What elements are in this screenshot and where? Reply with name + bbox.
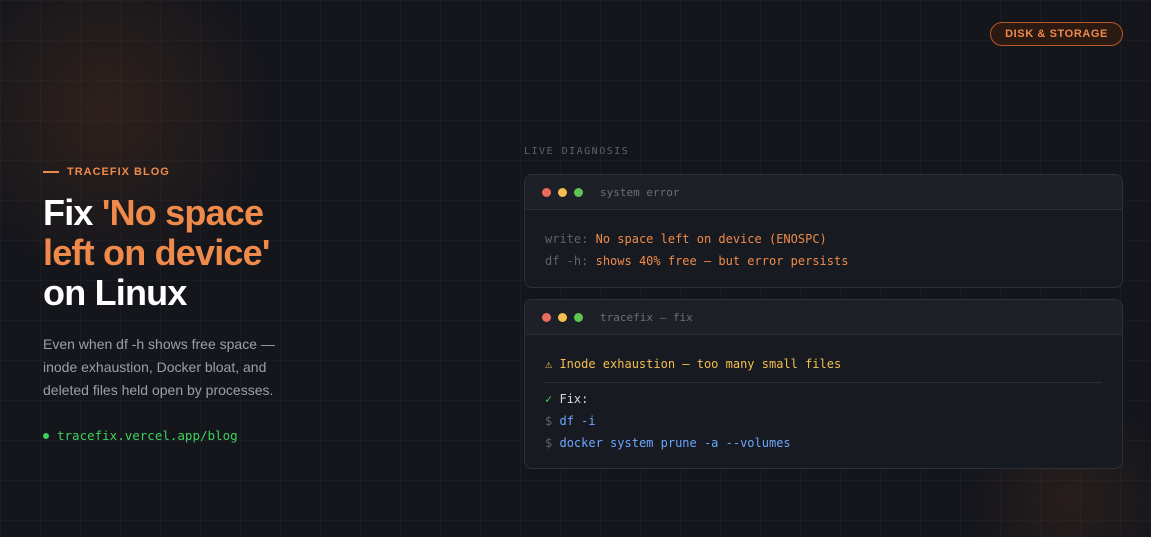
command-text[interactable]: df -i xyxy=(559,414,595,428)
status-dot-icon xyxy=(43,432,49,439)
title-prefix: Fix xyxy=(43,192,102,233)
close-dot-icon xyxy=(542,312,551,322)
eyebrow-label: TRACEFIX BLOG xyxy=(67,166,170,178)
blog-link[interactable]: tracefix.vercel.app/blog xyxy=(43,428,343,443)
terminal-body: ⚠ Inode exhaustion — too many small file… xyxy=(525,335,1122,454)
section-label: LIVE DIAGNOSIS xyxy=(524,146,630,157)
terminal-line: df -h: shows 40% free — but error persis… xyxy=(545,250,1102,272)
title-suffix: on Linux xyxy=(43,272,187,313)
close-dot-icon xyxy=(542,187,551,197)
terminal-title: tracefix — fix xyxy=(600,310,693,324)
prompt-symbol: $ xyxy=(545,436,553,450)
check-icon: ✓ xyxy=(545,392,553,406)
line-prefix: write: xyxy=(545,232,589,246)
divider xyxy=(545,382,1102,383)
prompt-symbol: $ xyxy=(545,414,553,428)
blog-url[interactable]: tracefix.vercel.app/blog xyxy=(57,428,238,443)
fix-line: ✓ Fix: xyxy=(545,388,1102,410)
category-badge[interactable]: DISK & STORAGE xyxy=(990,22,1123,46)
warning-line: ⚠ Inode exhaustion — too many small file… xyxy=(545,357,842,371)
fix-terminal: tracefix — fix ⚠ Inode exhaustion — too … xyxy=(524,299,1123,469)
terminal-body: write: No space left on device (ENOSPC) … xyxy=(525,210,1122,272)
terminal-titlebar: system error xyxy=(525,175,1122,210)
hero-section: TRACEFIX BLOG Fix 'No space left on devi… xyxy=(43,166,343,443)
blog-eyebrow: TRACEFIX BLOG xyxy=(43,166,343,178)
line-text: No space left on device (ENOSPC) xyxy=(595,232,827,246)
eyebrow-dash xyxy=(43,171,59,173)
terminal-line: write: No space left on device (ENOSPC) xyxy=(545,228,1102,250)
terminal-titlebar: tracefix — fix xyxy=(525,300,1122,335)
command-line: $ docker system prune -a --volumes xyxy=(545,432,1102,454)
command-text[interactable]: docker system prune -a --volumes xyxy=(559,436,790,450)
line-prefix: df -h: xyxy=(545,254,589,268)
fix-label: Fix: xyxy=(559,392,589,406)
error-terminal: system error write: No space left on dev… xyxy=(524,174,1123,288)
line-text: shows 40% free — but error persists xyxy=(595,254,849,268)
page-description: Even when df -h shows free space — inode… xyxy=(43,336,275,398)
command-line: $ df -i xyxy=(545,410,1102,432)
maximize-dot-icon xyxy=(574,312,583,322)
title-highlight-line2: left on device' xyxy=(43,232,270,273)
title-highlight-line1: 'No space xyxy=(101,192,264,233)
minimize-dot-icon xyxy=(558,312,567,322)
maximize-dot-icon xyxy=(574,187,583,197)
page-title: Fix 'No space left on device' on Linux xyxy=(43,193,343,313)
terminal-title: system error xyxy=(600,185,680,199)
minimize-dot-icon xyxy=(558,187,567,197)
